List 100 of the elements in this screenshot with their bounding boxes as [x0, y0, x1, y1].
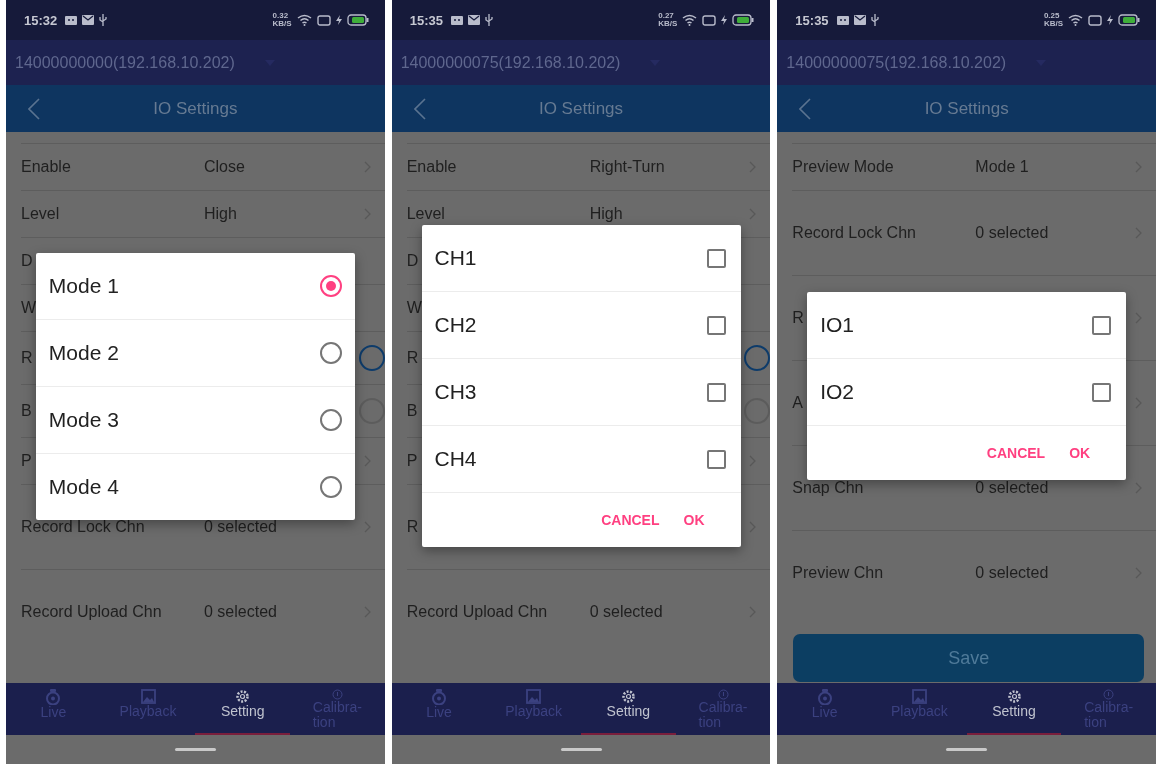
setting-label: D — [406, 252, 419, 270]
setting-label: B — [406, 402, 418, 420]
network-speed: 0.32 KB/S — [272, 12, 292, 28]
setting-value: 0 selected — [589, 603, 663, 621]
notification-icon — [836, 15, 849, 25]
setting-label: A — [792, 394, 803, 412]
dialog-option[interactable]: CH4 — [421, 426, 741, 493]
settings-icon — [1006, 689, 1022, 704]
status-time: 15:35 — [409, 12, 443, 28]
setting-label: Preview Chn — [792, 564, 884, 582]
camera-icon — [46, 689, 61, 705]
nav-tab[interactable]: Setting — [966, 683, 1062, 735]
network-speed: 0.27 KB/S — [658, 12, 678, 28]
dialog-option[interactable]: CH3 — [421, 359, 741, 426]
checkbox[interactable] — [1092, 382, 1112, 402]
device-selector[interactable]: 14000000075(192.168.10.202) — [777, 40, 1156, 85]
checkbox[interactable] — [706, 382, 726, 402]
radio-button[interactable] — [319, 274, 342, 297]
device-selector[interactable]: 14000000075(192.168.10.202) — [391, 40, 771, 85]
device-selector[interactable]: 14000000000(192.168.10.202) — [6, 40, 385, 85]
dialog-button[interactable]: CANCEL — [591, 504, 670, 536]
checkbox[interactable] — [706, 449, 726, 469]
charging-icon — [335, 15, 342, 25]
radio-button[interactable] — [319, 408, 342, 431]
setting-label: Record Upload Chn — [406, 603, 548, 621]
dialog-button[interactable]: CANCEL — [976, 437, 1056, 469]
notification-icon — [65, 15, 78, 25]
battery-icon — [732, 14, 755, 26]
setting-label: Snap Chn — [792, 479, 864, 497]
camera-icon — [817, 689, 832, 705]
checkbox[interactable] — [1092, 315, 1112, 335]
setting-value: 0 selected — [975, 224, 1049, 242]
dialog-option[interactable]: Mode 2 — [35, 319, 355, 387]
setting-label: Record Lock Chn — [21, 518, 145, 536]
gesture-handle[interactable] — [560, 748, 602, 751]
wifi-icon — [682, 14, 698, 26]
switch-knob[interactable] — [744, 345, 771, 371]
screen-icon — [1088, 14, 1102, 26]
dialog-button[interactable]: OK — [1059, 437, 1101, 469]
usb-icon — [99, 14, 108, 26]
radio-button[interactable] — [319, 475, 342, 498]
setting-label: Level — [21, 205, 60, 223]
dialog-option[interactable]: CH1 — [421, 225, 741, 292]
info-icon — [331, 689, 343, 700]
charging-icon — [721, 15, 728, 25]
wifi-icon — [1068, 14, 1083, 26]
dialog-option[interactable]: Mode 4 — [35, 453, 355, 520]
setting-value: 0 selected — [204, 603, 277, 621]
setting-value: 0 selected — [975, 479, 1049, 497]
gesture-handle[interactable] — [946, 748, 988, 751]
setting-label: Preview Mode — [792, 158, 894, 176]
charging-icon — [1107, 15, 1113, 25]
nav-tab[interactable]: Setting — [195, 683, 290, 735]
setting-label: P — [406, 452, 418, 470]
setting-label: R — [406, 349, 419, 367]
setting-label: W — [21, 299, 37, 317]
save-button[interactable]: Save — [793, 634, 1144, 682]
back-icon[interactable] — [28, 98, 40, 120]
setting-value: Right-Turn — [589, 158, 665, 176]
page-title: IO Settings — [538, 98, 624, 119]
setting-value: 0 selected — [204, 518, 277, 536]
setting-label: Enable — [406, 158, 457, 176]
switch-knob[interactable] — [358, 398, 385, 424]
status-time: 15:32 — [24, 12, 58, 28]
page-title: IO Settings — [153, 98, 238, 119]
usb-icon — [484, 14, 493, 26]
setting-label: D — [21, 252, 33, 270]
dialog-option[interactable]: Mode 3 — [35, 386, 355, 454]
checkbox[interactable] — [706, 315, 726, 335]
setting-label: Record Upload Chn — [21, 603, 162, 621]
setting-label: B — [21, 402, 32, 420]
dialog-option[interactable]: IO2 — [807, 359, 1127, 426]
status-time: 15:35 — [795, 12, 829, 28]
gesture-handle[interactable] — [174, 748, 216, 751]
nav-tab[interactable]: Setting — [581, 683, 676, 735]
setting-label: R — [792, 309, 804, 327]
back-icon[interactable] — [799, 98, 812, 120]
camera-icon — [432, 689, 446, 705]
dialog-option[interactable]: IO1 — [807, 292, 1127, 359]
radio-button[interactable] — [319, 341, 342, 364]
mail-icon — [82, 15, 95, 25]
switch-knob[interactable] — [358, 345, 385, 371]
battery-icon — [1118, 14, 1140, 26]
setting-label: Enable — [21, 158, 71, 176]
setting-label: W — [406, 299, 422, 317]
screen-icon — [702, 14, 717, 26]
info-icon — [1103, 689, 1115, 700]
notification-icon — [450, 15, 463, 25]
settings-icon — [620, 689, 636, 704]
setting-label: P — [21, 452, 32, 470]
checkbox[interactable] — [706, 248, 726, 268]
screen-icon — [316, 14, 331, 26]
dialog-option[interactable]: CH2 — [421, 292, 741, 359]
switch-knob[interactable] — [744, 398, 771, 424]
setting-value: Close — [204, 158, 245, 176]
setting-label: Record Lock Chn — [792, 224, 916, 242]
dialog-option[interactable]: Mode 1 — [35, 252, 355, 320]
back-icon[interactable] — [413, 98, 426, 120]
image-icon — [140, 689, 156, 704]
dialog-button[interactable]: OK — [673, 504, 715, 536]
